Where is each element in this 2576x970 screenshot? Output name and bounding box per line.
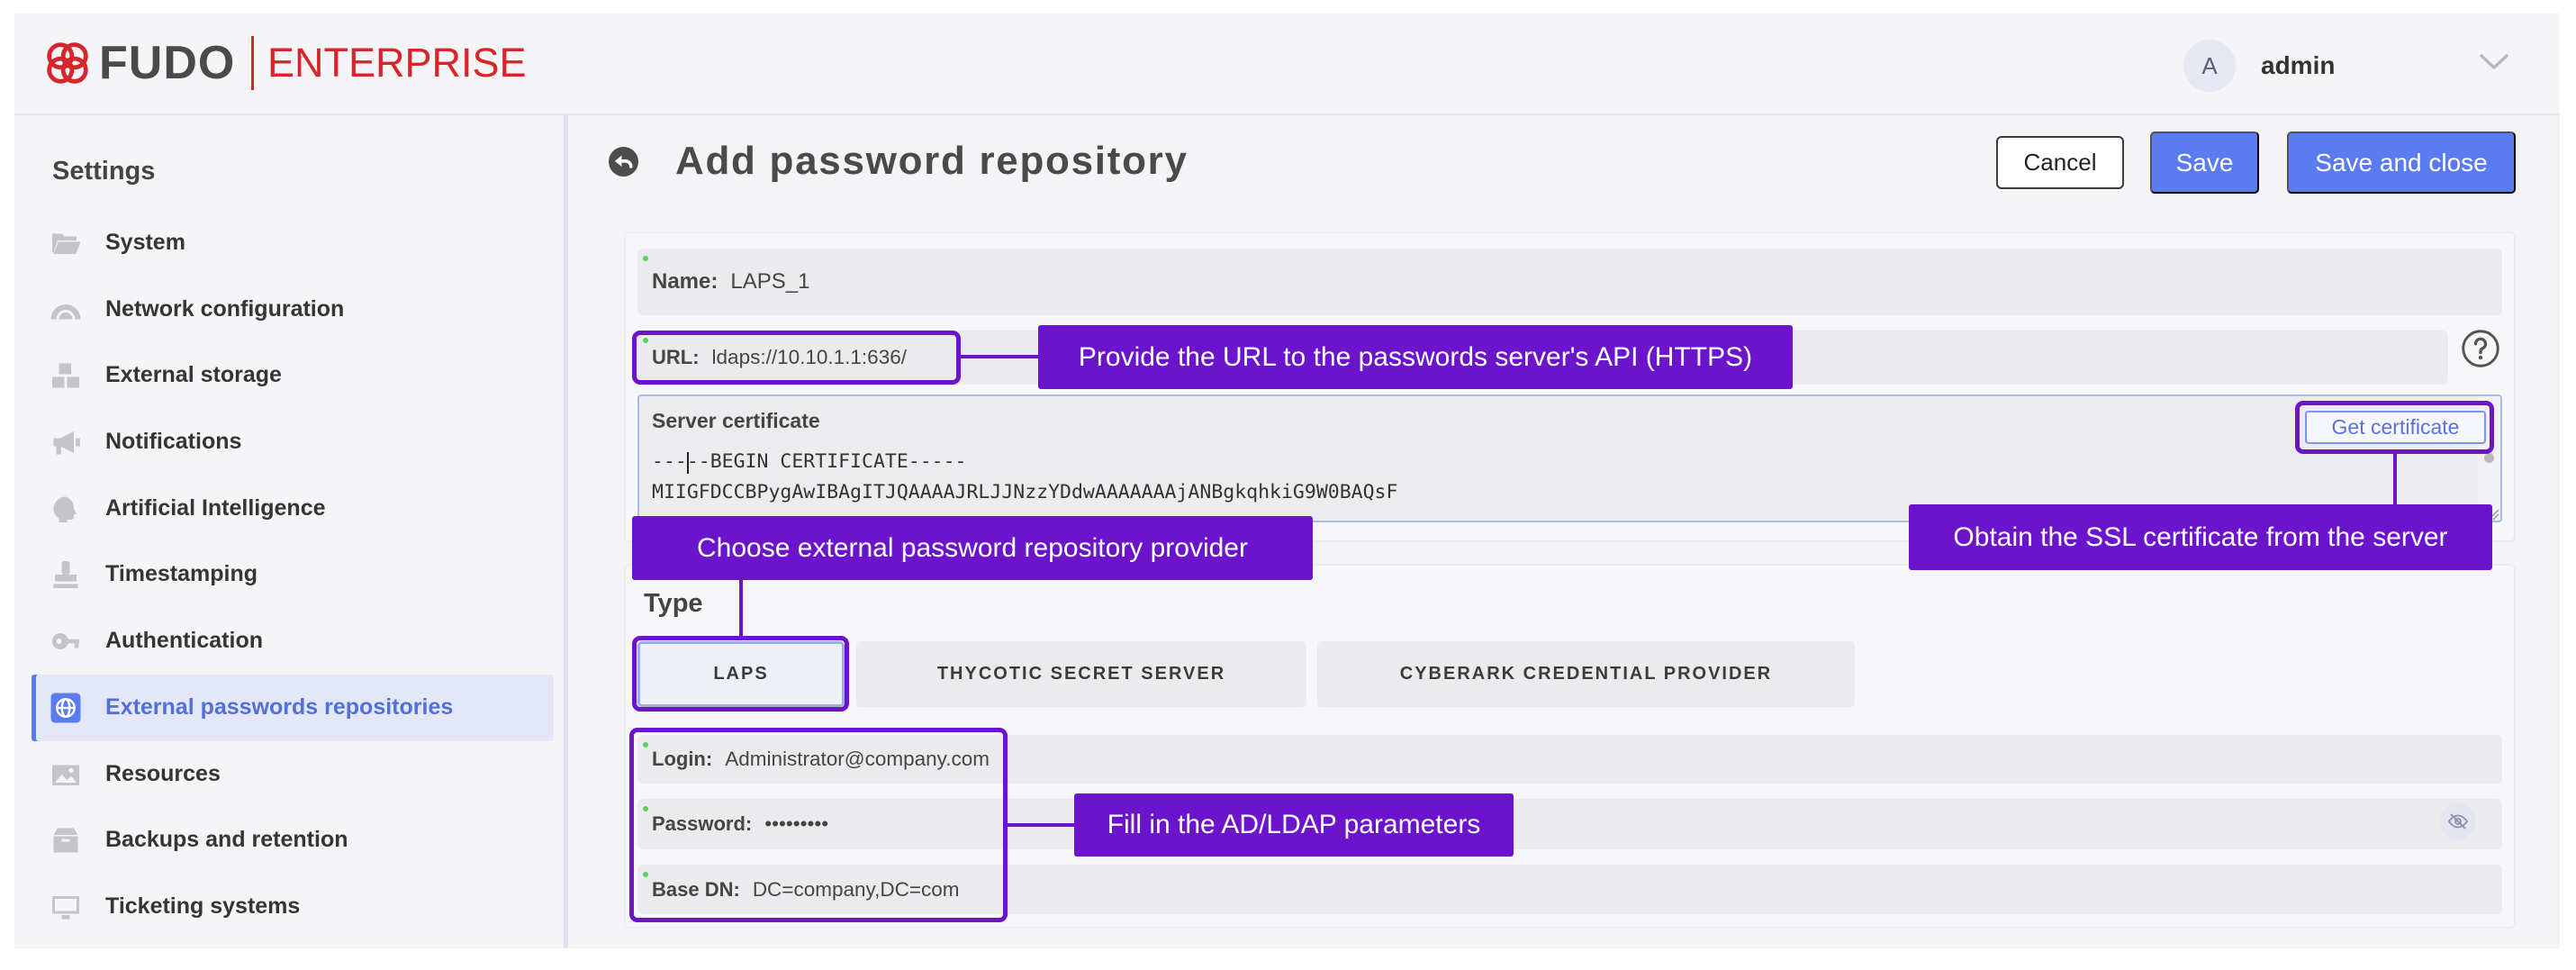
app-window: FUDO ENTERPRISE A admin Settings System … <box>0 0 2576 970</box>
eye-off-icon[interactable] <box>2440 803 2476 839</box>
url-callout: Provide the URL to the passwords server'… <box>1038 325 1793 389</box>
sidebar-item-label: Network configuration <box>105 295 345 322</box>
sidebar-item-label: Backups and retention <box>105 827 348 853</box>
certificate-line: -----BEGIN CERTIFICATE----- <box>652 450 967 473</box>
certificate-callout: Obtain the SSL certificate from the serv… <box>1909 504 2492 570</box>
get-certificate-highlight <box>2295 401 2494 454</box>
sidebar-item-authentication[interactable]: Authentication <box>32 608 554 675</box>
page-title: Add password repository <box>675 139 1189 183</box>
storage-icon <box>50 359 82 392</box>
sidebar-item-notifications[interactable]: Notifications <box>32 409 554 476</box>
brain-icon <box>50 493 82 525</box>
ldap-callout-connector <box>1008 823 1074 827</box>
save-button[interactable]: Save <box>2150 131 2259 194</box>
type-highlight <box>632 636 849 712</box>
globe-icon <box>50 692 82 724</box>
sidebar-item-label: Resources <box>105 760 221 786</box>
help-icon[interactable] <box>2461 329 2500 368</box>
settings-sidebar: Settings System Network configuration Ex… <box>14 115 563 948</box>
type-option-thycotic-secret-server[interactable]: THYCOTIC SECRET SERVER <box>856 641 1306 707</box>
server-certificate-label: Server certificate <box>652 409 820 432</box>
sidebar-item-external-storage[interactable]: External storage <box>32 342 554 409</box>
name-label: Name: <box>652 269 719 294</box>
network-icon <box>50 294 82 326</box>
image-icon <box>50 758 82 791</box>
save-and-close-button[interactable]: Save and close <box>2287 131 2516 194</box>
sidebar-item-label: Authentication <box>105 628 263 654</box>
megaphone-icon <box>50 426 82 458</box>
sidebar-item-system[interactable]: System <box>32 210 554 276</box>
username[interactable]: admin <box>2261 48 2335 84</box>
folder-icon <box>50 227 82 259</box>
name-input[interactable]: LAPS_1 <box>730 269 809 295</box>
sidebar-item-artificial-intelligence[interactable]: Artificial Intelligence <box>32 476 554 542</box>
chevron-down-icon[interactable] <box>2479 52 2509 72</box>
top-header: FUDO ENTERPRISE A admin <box>14 14 2560 115</box>
sidebar-item-label: Notifications <box>105 429 242 455</box>
url-callout-connector <box>961 355 1038 358</box>
ldap-parameters-highlight <box>629 728 1008 922</box>
required-indicator <box>643 256 648 261</box>
sidebar-item-backups-and-retention[interactable]: Backups and retention <box>32 807 554 874</box>
url-highlight <box>632 331 961 385</box>
sidebar-item-timestamping[interactable]: Timestamping <box>32 541 554 608</box>
sidebar-menu: System Network configuration External st… <box>32 210 554 940</box>
sidebar-item-network-configuration[interactable]: Network configuration <box>32 276 554 343</box>
brand-name: FUDO <box>99 37 236 89</box>
brand-divider <box>251 36 254 90</box>
key-icon <box>50 625 82 657</box>
sidebar-title: Settings <box>52 157 156 186</box>
product-name: ENTERPRISE <box>267 40 527 86</box>
sidebar-item-label: Artificial Intelligence <box>105 494 326 521</box>
certificate-line: MIIGFDCCBPygAwIBAgITJQAAAAJRLJJNzzYDdwAA… <box>652 481 1398 503</box>
sidebar-item-ticketing-systems[interactable]: Ticketing systems <box>32 874 554 940</box>
sidebar-item-label: External storage <box>105 362 282 388</box>
sidebar-item-label: Timestamping <box>105 561 258 587</box>
sidebar-item-external-passwords-repositories[interactable]: External passwords repositories <box>32 674 554 741</box>
type-label: Type <box>644 589 703 618</box>
name-field[interactable]: Name: LAPS_1 <box>637 249 2502 315</box>
cancel-button[interactable]: Cancel <box>1996 136 2124 189</box>
avatar[interactable]: A <box>2183 40 2236 92</box>
sidebar-item-label: System <box>105 230 185 255</box>
text-caret <box>687 452 689 474</box>
fudo-logo-icon[interactable] <box>41 37 94 89</box>
back-arrow-icon[interactable] <box>609 147 638 177</box>
type-option-cyberark-credential-provider[interactable]: CYBERARK CREDENTIAL PROVIDER <box>1317 641 1855 707</box>
monitor-icon <box>50 891 82 923</box>
server-certificate-textarea[interactable]: Server certificate -----BEGIN CERTIFICAT… <box>637 394 2502 522</box>
sidebar-item-resources[interactable]: Resources <box>32 741 554 808</box>
scrollbar-thumb[interactable] <box>2484 453 2494 463</box>
sidebar-item-label: Ticketing systems <box>105 893 301 919</box>
stamp-icon <box>50 558 82 591</box>
certificate-callout-connector <box>2393 454 2397 504</box>
sidebar-divider <box>564 115 568 948</box>
type-callout-connector <box>739 580 743 636</box>
ldap-callout: Fill in the AD/LDAP parameters <box>1074 793 1514 857</box>
sidebar-item-label: External passwords repositories <box>105 694 454 720</box>
archive-icon <box>50 824 82 857</box>
type-callout: Choose external password repository prov… <box>632 516 1313 580</box>
